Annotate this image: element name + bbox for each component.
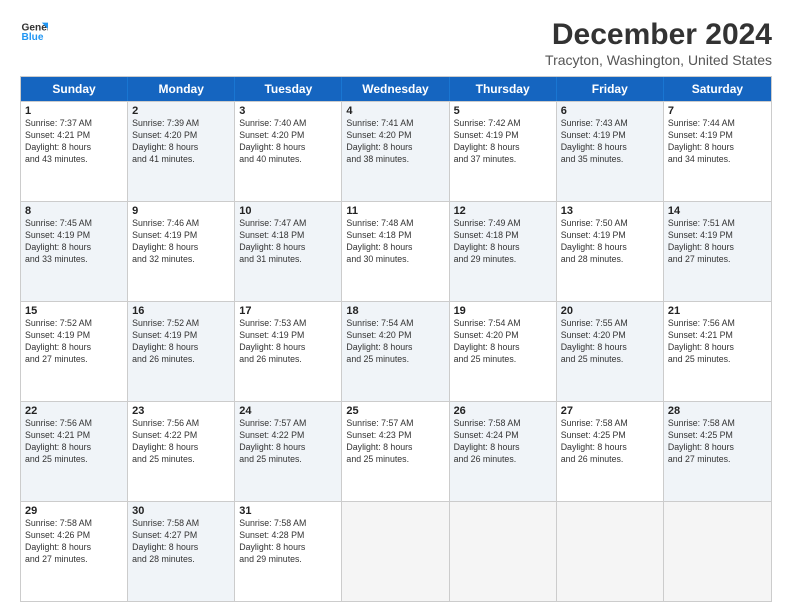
day-31: 31 Sunrise: 7:58 AMSunset: 4:28 PMDaylig… (235, 502, 342, 601)
calendar-header: Sunday Monday Tuesday Wednesday Thursday… (21, 77, 771, 101)
header-saturday: Saturday (664, 77, 771, 101)
day-6: 6 Sunrise: 7:43 AMSunset: 4:19 PMDayligh… (557, 102, 664, 201)
day-24: 24 Sunrise: 7:57 AMSunset: 4:22 PMDaylig… (235, 402, 342, 501)
empty-1 (342, 502, 449, 601)
day-7: 7 Sunrise: 7:44 AMSunset: 4:19 PMDayligh… (664, 102, 771, 201)
header-tuesday: Tuesday (235, 77, 342, 101)
header-monday: Monday (128, 77, 235, 101)
day-11: 11 Sunrise: 7:48 AMSunset: 4:18 PMDaylig… (342, 202, 449, 301)
empty-4 (664, 502, 771, 601)
page-header: General Blue December 2024 Tracyton, Was… (20, 18, 772, 68)
title-area: December 2024 Tracyton, Washington, Unit… (545, 18, 772, 68)
header-friday: Friday (557, 77, 664, 101)
day-13: 13 Sunrise: 7:50 AMSunset: 4:19 PMDaylig… (557, 202, 664, 301)
calendar: Sunday Monday Tuesday Wednesday Thursday… (20, 76, 772, 602)
day-27: 27 Sunrise: 7:58 AMSunset: 4:25 PMDaylig… (557, 402, 664, 501)
header-thursday: Thursday (450, 77, 557, 101)
day-5: 5 Sunrise: 7:42 AMSunset: 4:19 PMDayligh… (450, 102, 557, 201)
week-row-1: 1 Sunrise: 7:37 AMSunset: 4:21 PMDayligh… (21, 101, 771, 201)
calendar-page: General Blue December 2024 Tracyton, Was… (0, 0, 792, 612)
day-4: 4 Sunrise: 7:41 AMSunset: 4:20 PMDayligh… (342, 102, 449, 201)
day-8: 8 Sunrise: 7:45 AMSunset: 4:19 PMDayligh… (21, 202, 128, 301)
day-3: 3 Sunrise: 7:40 AMSunset: 4:20 PMDayligh… (235, 102, 342, 201)
location-title: Tracyton, Washington, United States (545, 52, 772, 68)
day-26: 26 Sunrise: 7:58 AMSunset: 4:24 PMDaylig… (450, 402, 557, 501)
week-row-3: 15 Sunrise: 7:52 AMSunset: 4:19 PMDaylig… (21, 301, 771, 401)
svg-text:Blue: Blue (22, 32, 44, 43)
week-row-4: 22 Sunrise: 7:56 AMSunset: 4:21 PMDaylig… (21, 401, 771, 501)
week-row-5: 29 Sunrise: 7:58 AMSunset: 4:26 PMDaylig… (21, 501, 771, 601)
day-9: 9 Sunrise: 7:46 AMSunset: 4:19 PMDayligh… (128, 202, 235, 301)
day-25: 25 Sunrise: 7:57 AMSunset: 4:23 PMDaylig… (342, 402, 449, 501)
empty-3 (557, 502, 664, 601)
header-wednesday: Wednesday (342, 77, 449, 101)
day-30: 30 Sunrise: 7:58 AMSunset: 4:27 PMDaylig… (128, 502, 235, 601)
calendar-body: 1 Sunrise: 7:37 AMSunset: 4:21 PMDayligh… (21, 101, 771, 601)
day-21: 21 Sunrise: 7:56 AMSunset: 4:21 PMDaylig… (664, 302, 771, 401)
day-23: 23 Sunrise: 7:56 AMSunset: 4:22 PMDaylig… (128, 402, 235, 501)
day-17: 17 Sunrise: 7:53 AMSunset: 4:19 PMDaylig… (235, 302, 342, 401)
day-29: 29 Sunrise: 7:58 AMSunset: 4:26 PMDaylig… (21, 502, 128, 601)
day-20: 20 Sunrise: 7:55 AMSunset: 4:20 PMDaylig… (557, 302, 664, 401)
week-row-2: 8 Sunrise: 7:45 AMSunset: 4:19 PMDayligh… (21, 201, 771, 301)
day-12: 12 Sunrise: 7:49 AMSunset: 4:18 PMDaylig… (450, 202, 557, 301)
day-18: 18 Sunrise: 7:54 AMSunset: 4:20 PMDaylig… (342, 302, 449, 401)
logo: General Blue (20, 18, 48, 46)
day-14: 14 Sunrise: 7:51 AMSunset: 4:19 PMDaylig… (664, 202, 771, 301)
day-15: 15 Sunrise: 7:52 AMSunset: 4:19 PMDaylig… (21, 302, 128, 401)
empty-2 (450, 502, 557, 601)
day-10: 10 Sunrise: 7:47 AMSunset: 4:18 PMDaylig… (235, 202, 342, 301)
day-28: 28 Sunrise: 7:58 AMSunset: 4:25 PMDaylig… (664, 402, 771, 501)
header-sunday: Sunday (21, 77, 128, 101)
day-2: 2 Sunrise: 7:39 AMSunset: 4:20 PMDayligh… (128, 102, 235, 201)
day-22: 22 Sunrise: 7:56 AMSunset: 4:21 PMDaylig… (21, 402, 128, 501)
day-16: 16 Sunrise: 7:52 AMSunset: 4:19 PMDaylig… (128, 302, 235, 401)
day-1: 1 Sunrise: 7:37 AMSunset: 4:21 PMDayligh… (21, 102, 128, 201)
day-19: 19 Sunrise: 7:54 AMSunset: 4:20 PMDaylig… (450, 302, 557, 401)
logo-icon: General Blue (20, 18, 48, 46)
month-title: December 2024 (545, 18, 772, 52)
